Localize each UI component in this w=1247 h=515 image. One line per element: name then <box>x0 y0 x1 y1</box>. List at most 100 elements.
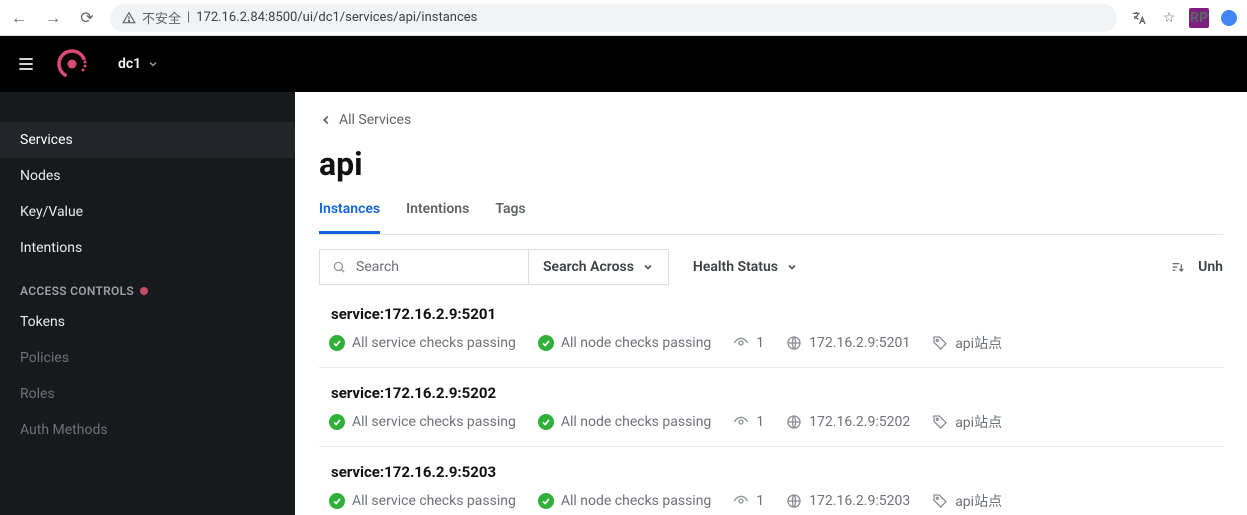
proxy-count: 1 <box>733 414 764 430</box>
sidebar-item-label: Intentions <box>20 240 82 256</box>
reload-button[interactable]: ⟳ <box>76 8 98 27</box>
sort-icon[interactable] <box>1170 259 1186 275</box>
instance-address: 172.16.2.9:5203 <box>786 493 910 509</box>
status-ok-icon <box>538 414 554 430</box>
search-icon <box>332 260 346 274</box>
node-checks: All node checks passing <box>538 414 711 430</box>
instance-name: service:172.16.2.9:5201 <box>329 305 1223 323</box>
sidebar-item-roles[interactable]: Roles <box>0 376 295 412</box>
sidebar-item-nodes[interactable]: Nodes <box>0 158 295 194</box>
sidebar-item-intentions[interactable]: Intentions <box>0 230 295 266</box>
tag-icon <box>932 335 948 351</box>
extension-rp-icon[interactable]: RP <box>1189 8 1209 28</box>
translate-icon[interactable] <box>1129 8 1149 28</box>
datacenter-name: dc1 <box>118 56 141 72</box>
layout: Services Nodes Key/Value Intentions ACCE… <box>0 92 1247 515</box>
insecure-label: 不安全 <box>142 8 181 27</box>
app-header: dc1 <box>0 36 1247 92</box>
profile-icon[interactable] <box>1219 8 1239 28</box>
search-input[interactable]: Search <box>319 249 529 285</box>
service-checks: All service checks passing <box>329 493 516 509</box>
url-separator: | <box>187 10 190 25</box>
back-label: All Services <box>339 112 411 128</box>
warning-icon <box>122 11 136 25</box>
instance-address: 172.16.2.9:5201 <box>786 335 910 351</box>
filter-bar: Search Search Across Health Status Unh <box>319 249 1223 285</box>
chevron-left-icon <box>319 113 333 127</box>
instance-address: 172.16.2.9:5202 <box>786 414 910 430</box>
instance-name: service:172.16.2.9:5203 <box>329 463 1223 481</box>
tag-icon <box>932 493 948 509</box>
status-ok-icon <box>329 414 345 430</box>
status-ok-icon <box>329 335 345 351</box>
sidebar-item-key-value[interactable]: Key/Value <box>0 194 295 230</box>
service-checks: All service checks passing <box>329 414 516 430</box>
instance-row[interactable]: service:172.16.2.9:5203 All service chec… <box>319 447 1223 515</box>
chrome-right-icons: ☆ RP <box>1129 8 1239 28</box>
url-text: 172.16.2.84:8500/ui/dc1/services/api/ins… <box>196 10 477 25</box>
instance-meta: All service checks passing All node chec… <box>329 333 1223 353</box>
browser-chrome: ← → ⟳ 不安全 | 172.16.2.84:8500/ui/dc1/serv… <box>0 0 1247 36</box>
tab-label: Instances <box>319 201 380 217</box>
chevron-down-icon <box>786 261 798 273</box>
sidebar-item-label: Services <box>20 132 73 148</box>
sidebar-item-label: Nodes <box>20 168 61 184</box>
sidebar-item-tokens[interactable]: Tokens <box>0 304 295 340</box>
instances-list: service:172.16.2.9:5201 All service chec… <box>319 289 1223 515</box>
sidebar-item-label: Auth Methods <box>20 422 108 438</box>
instance-meta: All service checks passing All node chec… <box>329 491 1223 511</box>
forward-button[interactable]: → <box>42 8 64 28</box>
service-checks: All service checks passing <box>329 335 516 351</box>
datacenter-picker[interactable]: dc1 <box>108 50 169 78</box>
instance-tag: api站点 <box>932 491 1002 511</box>
star-icon[interactable]: ☆ <box>1159 8 1179 28</box>
tab-instances[interactable]: Instances <box>319 201 380 234</box>
proxy-count: 1 <box>733 493 764 509</box>
menu-icon[interactable] <box>16 54 36 74</box>
status-ok-icon <box>329 493 345 509</box>
status-ok-icon <box>538 335 554 351</box>
instance-tag: api站点 <box>932 412 1002 432</box>
search-placeholder: Search <box>356 259 399 275</box>
tab-intentions[interactable]: Intentions <box>406 201 469 234</box>
node-checks: All node checks passing <box>538 335 711 351</box>
acl-status-dot-icon <box>140 287 148 295</box>
health-status-dropdown[interactable]: Health Status <box>693 259 798 275</box>
main-content: All Services api Instances Intentions Ta… <box>295 92 1247 515</box>
instance-row[interactable]: service:172.16.2.9:5202 All service chec… <box>319 368 1223 447</box>
unhealthy-filter-label[interactable]: Unh <box>1198 259 1223 275</box>
instance-row[interactable]: service:172.16.2.9:5201 All service chec… <box>319 289 1223 368</box>
proxy-icon <box>733 493 749 509</box>
filter-right-actions: Unh <box>1170 259 1223 275</box>
sidebar-item-label: Roles <box>20 386 55 402</box>
sidebar-item-label: Tokens <box>20 314 65 330</box>
globe-icon <box>786 493 802 509</box>
tabs: Instances Intentions Tags <box>319 201 1223 235</box>
back-button[interactable]: ← <box>8 8 30 28</box>
instance-meta: All service checks passing All node chec… <box>329 412 1223 432</box>
tab-label: Tags <box>495 201 525 217</box>
sidebar-item-auth-methods[interactable]: Auth Methods <box>0 412 295 448</box>
sidebar-item-policies[interactable]: Policies <box>0 340 295 376</box>
back-link[interactable]: All Services <box>319 112 411 128</box>
proxy-count: 1 <box>733 335 764 351</box>
tab-tags[interactable]: Tags <box>495 201 525 234</box>
sidebar: Services Nodes Key/Value Intentions ACCE… <box>0 92 295 515</box>
sidebar-section-label: ACCESS CONTROLS <box>20 284 134 298</box>
consul-logo-icon <box>56 48 88 80</box>
instance-name: service:172.16.2.9:5202 <box>329 384 1223 402</box>
sidebar-item-services[interactable]: Services <box>0 122 295 158</box>
proxy-icon <box>733 335 749 351</box>
health-status-label: Health Status <box>693 259 778 275</box>
globe-icon <box>786 335 802 351</box>
address-bar[interactable]: 不安全 | 172.16.2.84:8500/ui/dc1/services/a… <box>110 4 1117 32</box>
tab-label: Intentions <box>406 201 469 217</box>
status-ok-icon <box>538 493 554 509</box>
search-across-label: Search Across <box>543 259 634 275</box>
sidebar-item-label: Key/Value <box>20 204 83 220</box>
chevron-down-icon <box>147 58 159 70</box>
node-checks: All node checks passing <box>538 493 711 509</box>
search-across-dropdown[interactable]: Search Across <box>529 249 669 285</box>
globe-icon <box>786 414 802 430</box>
instance-tag: api站点 <box>932 333 1002 353</box>
